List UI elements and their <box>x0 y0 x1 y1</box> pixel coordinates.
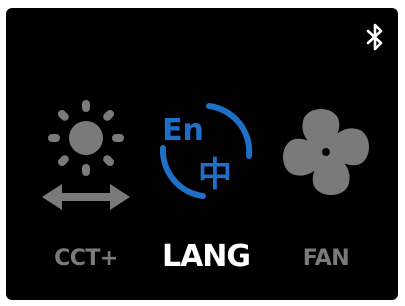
device-screen: CCT+ En 中 LANG FAN <box>6 8 398 300</box>
menu-label-lang: LANG <box>161 239 251 274</box>
fan-icon <box>283 109 369 195</box>
language-icon-en: En <box>162 113 204 148</box>
menu-item-lang[interactable]: En 中 LANG <box>146 8 266 300</box>
menu-item-fan[interactable]: FAN <box>266 8 386 300</box>
menu-item-cct[interactable]: CCT+ <box>26 8 146 300</box>
language-icon: En 中 <box>159 103 253 199</box>
menu-label-cct: CCT+ <box>54 246 118 271</box>
language-icon-zh: 中 <box>198 155 232 195</box>
menu-label-fan: FAN <box>302 246 350 271</box>
sun-brightness-icon <box>42 100 130 210</box>
